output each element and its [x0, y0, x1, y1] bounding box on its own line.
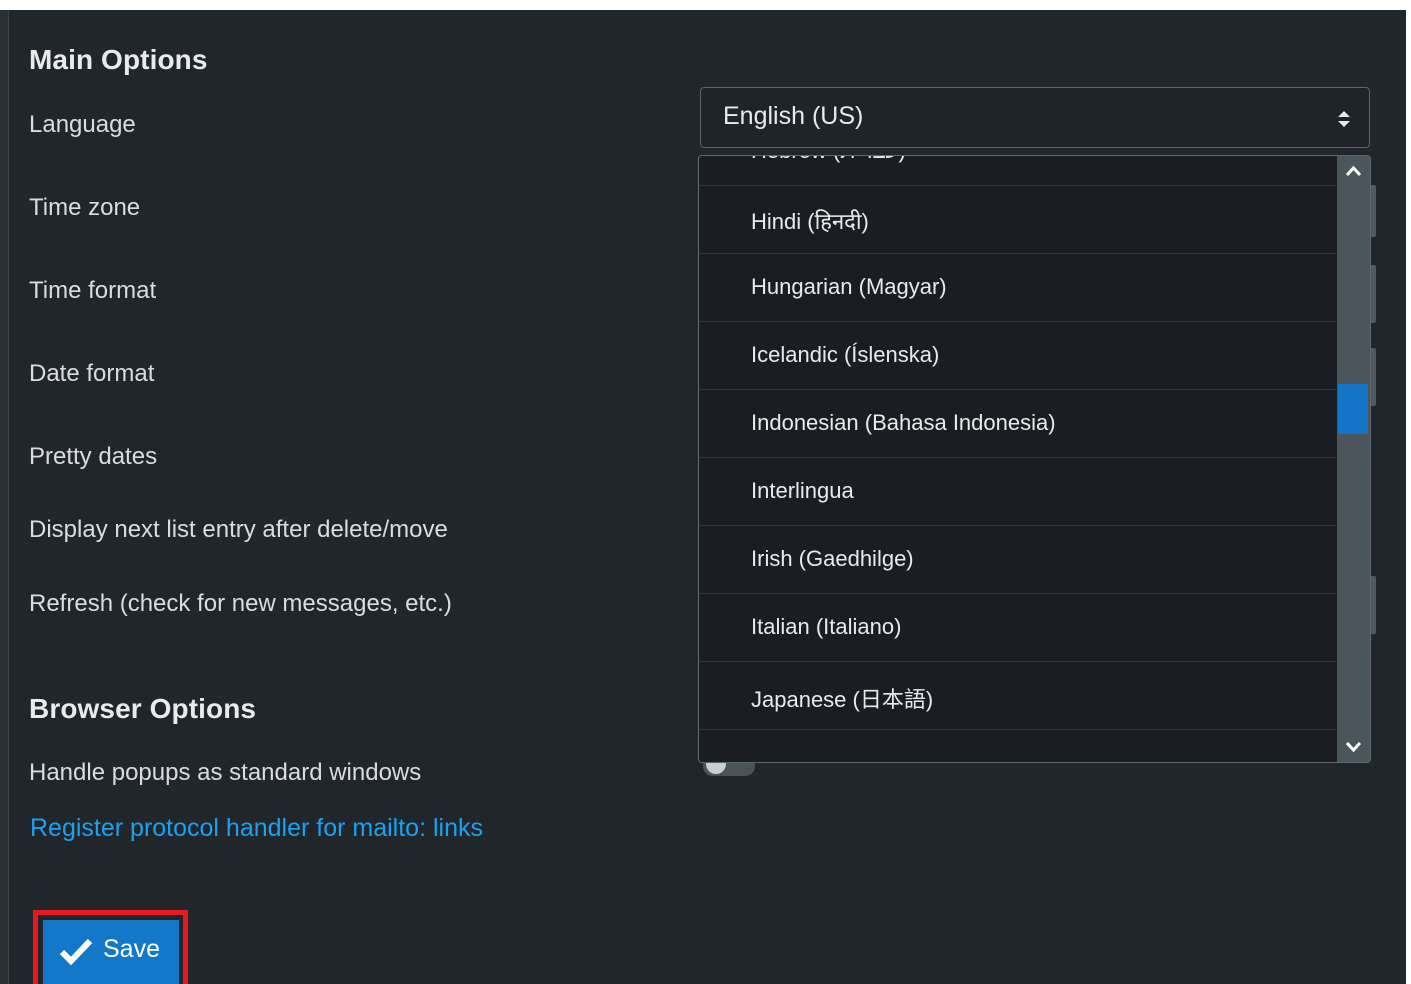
language-option-label: Japanese (日本語): [751, 687, 934, 712]
language-option[interactable]: Hungarian (Magyar): [699, 254, 1336, 322]
popups-label: Handle popups as standard windows: [29, 759, 422, 786]
scroll-down-icon[interactable]: [1337, 732, 1370, 762]
language-label: Language: [29, 111, 136, 138]
date-format-label: Date format: [29, 360, 155, 387]
language-option[interactable]: Italian (Italiano): [699, 594, 1336, 662]
save-button[interactable]: Save: [43, 920, 179, 984]
pretty-dates-label: Pretty dates: [29, 443, 158, 470]
language-select[interactable]: English (US): [700, 87, 1370, 148]
browser-options-title: Browser Options: [29, 693, 257, 724]
scroll-up-icon[interactable]: [1337, 156, 1370, 186]
language-dropdown-list[interactable]: Hebrew (עברית) Hindi (हिनदी) Hungarian (Ma…: [698, 155, 1371, 763]
language-option[interactable]: Japanese (日本語): [699, 662, 1336, 730]
language-option[interactable]: Icelandic (Íslenska): [699, 322, 1336, 390]
language-option[interactable]: [699, 730, 1336, 762]
language-option-label: Hindi (हिनदी): [751, 209, 869, 234]
main-options-title: Main Options: [29, 44, 208, 75]
scrollbar-thumb[interactable]: [1338, 384, 1368, 435]
language-option-label: Hungarian (Magyar): [751, 274, 947, 299]
next-entry-label: Display next list entry after delete/mov…: [29, 516, 448, 543]
right-edge: [1406, 10, 1411, 984]
checkmark-icon: [59, 938, 93, 965]
dropdown-scrollbar[interactable]: [1337, 156, 1370, 762]
language-option-label: Italian (Italiano): [751, 614, 902, 639]
save-button-label: Save: [103, 935, 160, 963]
language-option[interactable]: Indonesian (Bahasa Indonesia): [699, 390, 1336, 458]
language-option-label: Interlingua: [751, 478, 854, 503]
language-option[interactable]: Interlingua: [699, 458, 1336, 526]
time-zone-label: Time zone: [29, 194, 141, 221]
language-option-label: Hebrew (עברית): [751, 156, 906, 164]
language-option-label: Irish (Gaedhilge): [751, 546, 914, 571]
top-strip: [0, 0, 1411, 10]
language-option-label: Icelandic (Íslenska): [751, 342, 940, 367]
refresh-label: Refresh (check for new messages, etc.): [29, 590, 452, 617]
language-option[interactable]: Irish (Gaedhilge): [699, 526, 1336, 594]
language-option-label: Indonesian (Bahasa Indonesia): [751, 410, 1056, 435]
select-arrows-icon: [1338, 111, 1350, 127]
language-option[interactable]: Hebrew (עברית): [699, 156, 1336, 186]
register-protocol-link[interactable]: Register protocol handler for mailto: li…: [30, 814, 483, 843]
language-option[interactable]: Hindi (हिनदी): [699, 186, 1336, 254]
left-edge: [0, 10, 9, 984]
language-select-value: English (US): [723, 102, 864, 130]
language-options: Hebrew (עברית) Hindi (हिनदी) Hungarian (Ma…: [699, 156, 1336, 762]
time-format-label: Time format: [29, 277, 157, 304]
